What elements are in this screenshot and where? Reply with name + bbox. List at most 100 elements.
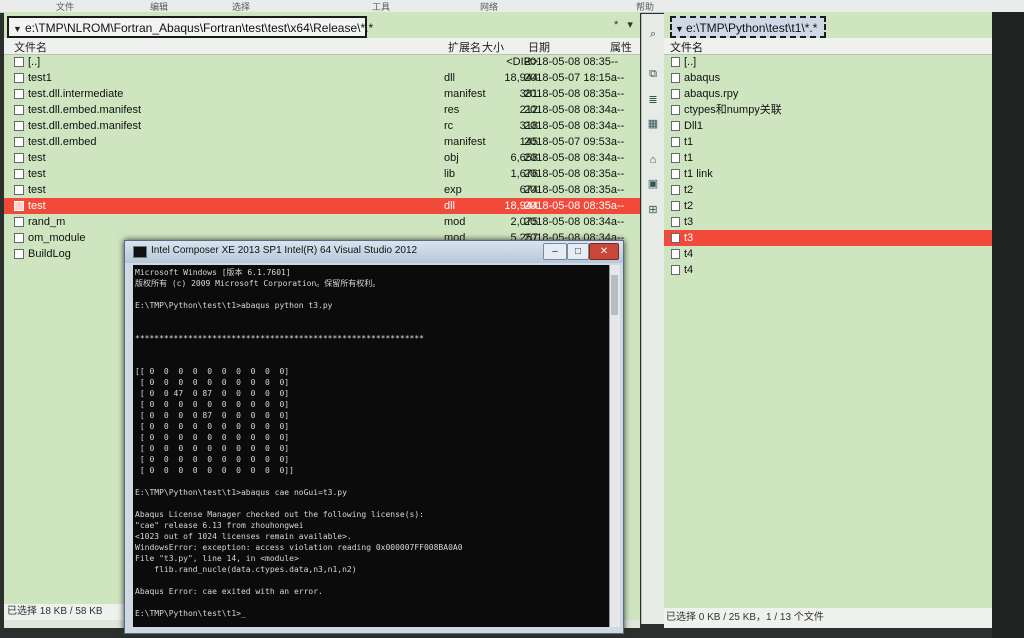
file-icon bbox=[671, 265, 680, 275]
file-icon bbox=[14, 201, 24, 211]
file-icon bbox=[14, 57, 24, 67]
file-row[interactable]: test dll 18,944 2018-05-08 08:35a-- bbox=[4, 198, 640, 214]
col-name[interactable]: 文件名 bbox=[14, 39, 47, 55]
file-icon bbox=[671, 169, 680, 179]
file-ext: obj bbox=[444, 152, 459, 164]
left-file-list: [..] <DIR> 2018-05-08 08:35-- test1 dll 18,94… bbox=[4, 54, 640, 262]
file-icon bbox=[14, 105, 24, 115]
file-ext: res bbox=[444, 104, 460, 116]
file-row[interactable]: test lib 1,676 2018-05-08 08:35a-- bbox=[4, 166, 640, 182]
filter-icon[interactable]: * bbox=[614, 19, 618, 31]
file-icon bbox=[671, 153, 680, 163]
file-name: ctypes和numpy关联 bbox=[684, 104, 782, 116]
maximize-button[interactable]: □ bbox=[567, 243, 589, 260]
middle-toolbar: ⌕ ⧉ ≣ ▦ ⌂ ▣ ⊞ bbox=[641, 14, 665, 624]
chevron-down-icon[interactable]: ▼ bbox=[675, 24, 684, 34]
file-row[interactable]: t2 bbox=[664, 182, 992, 198]
left-path-tools[interactable]: * ▾ bbox=[614, 18, 639, 31]
console-line: [ 0 0 0 0 0 0 0 0 0 0] bbox=[135, 433, 290, 442]
file-date: 2018-05-08 08:34a-- bbox=[524, 152, 625, 164]
file-ext: rc bbox=[444, 120, 454, 132]
file-row[interactable]: t3 bbox=[664, 230, 992, 246]
file-date: 2018-05-08 08:35a-- bbox=[524, 184, 625, 196]
file-icon bbox=[14, 217, 24, 227]
console-line: [ 0 0 0 0 0 0 0 0 0 0] bbox=[135, 455, 290, 464]
file-icon bbox=[14, 121, 24, 131]
file-name: test bbox=[28, 200, 46, 212]
file-row[interactable]: ctypes和numpy关联 bbox=[664, 102, 992, 118]
col-name[interactable]: 文件名 bbox=[670, 39, 703, 55]
console-line: ****************************************… bbox=[135, 334, 424, 343]
file-name: test.dll.embed.manifest bbox=[28, 120, 142, 132]
search-icon[interactable]: ⌕ bbox=[646, 28, 660, 40]
copy-icon[interactable]: ⧉ bbox=[646, 68, 660, 80]
console-line: [ 0 0 0 0 0 0 0 0 0 0] bbox=[135, 444, 290, 453]
col-date[interactable]: 日期 bbox=[528, 39, 550, 55]
file-row[interactable]: t1 bbox=[664, 134, 992, 150]
console-scrollbar[interactable] bbox=[609, 265, 620, 627]
file-date: 2018-05-08 08:35a-- bbox=[524, 168, 625, 180]
home-icon[interactable]: ⌂ bbox=[646, 154, 660, 166]
console-titlebar[interactable]: Intel Composer XE 2013 SP1 Intel(R) 64 V… bbox=[125, 241, 623, 263]
console-output[interactable]: Microsoft Windows [版本 6.1.7601] 版权所有 (c) … bbox=[133, 265, 609, 627]
file-name: t3 bbox=[684, 232, 694, 244]
file-row[interactable]: rand_m mod 2,075 2018-05-08 08:34a-- bbox=[4, 214, 640, 230]
file-name: test.dll.embed.manifest bbox=[28, 104, 142, 116]
file-name: test.dll.intermediate bbox=[28, 88, 124, 100]
console-line: <1023 out of 1024 licenses remain availa… bbox=[135, 532, 352, 541]
console-line: [ 0 0 0 0 0 0 0 0 0 0] bbox=[135, 422, 290, 431]
col-size[interactable]: 大小 bbox=[482, 39, 504, 55]
file-icon bbox=[14, 249, 24, 259]
folder-icon[interactable]: ▣ bbox=[646, 178, 660, 190]
console-line: 版权所有 (c) 2009 Microsoft Corporation。保留所有… bbox=[135, 279, 381, 288]
file-name: t1 bbox=[684, 152, 694, 164]
console-line: E:\TMP\Python\test\t1>abaqus python t3.p… bbox=[135, 301, 333, 310]
file-row[interactable]: t1 link bbox=[664, 166, 992, 182]
minimize-button[interactable]: – bbox=[543, 243, 567, 260]
file-row[interactable]: [..] <DIR> 2018-05-08 08:35-- bbox=[4, 54, 640, 70]
file-name: test bbox=[28, 184, 46, 196]
col-ext[interactable]: 扩展名 bbox=[448, 39, 481, 55]
col-attr[interactable]: 属性 bbox=[610, 39, 632, 55]
file-name: abaqus bbox=[684, 72, 721, 84]
file-row[interactable]: t3 bbox=[664, 214, 992, 230]
list-icon[interactable]: ≣ bbox=[646, 94, 660, 106]
grid-icon[interactable]: ▦ bbox=[646, 118, 660, 130]
file-row[interactable]: test.dll.embed manifest 145 2018-05-07 09:5… bbox=[4, 134, 640, 150]
console-window[interactable]: Intel Composer XE 2013 SP1 Intel(R) 64 V… bbox=[124, 240, 624, 634]
file-row[interactable]: test exp 674 2018-05-08 08:35a-- bbox=[4, 182, 640, 198]
file-row[interactable]: Dll1 bbox=[664, 118, 992, 134]
file-name: test.dll.embed bbox=[28, 136, 97, 148]
file-icon bbox=[671, 73, 680, 83]
file-row[interactable]: test1 dll 18,944 2018-05-07 18:15a-- bbox=[4, 70, 640, 86]
right-file-pane[interactable]: ▼ e:\TMP\Python\test\t1\*.* 文件名 [..] abaq… bbox=[664, 12, 992, 628]
file-row[interactable]: t2 bbox=[664, 198, 992, 214]
file-name: t2 bbox=[684, 200, 694, 212]
network-icon[interactable]: ⊞ bbox=[646, 204, 660, 216]
file-ext: dll bbox=[444, 200, 456, 212]
file-row[interactable]: test.dll.embed.manifest res 212 2018-05-08 … bbox=[4, 102, 640, 118]
console-line: WindowsError: exception: access violatio… bbox=[135, 543, 463, 552]
right-path-bar[interactable]: ▼ e:\TMP\Python\test\t1\*.* bbox=[670, 16, 826, 38]
file-row[interactable]: t4 bbox=[664, 262, 992, 278]
file-row[interactable]: test.dll.intermediate manifest 381 2018-05-… bbox=[4, 86, 640, 102]
screen-bezel bbox=[992, 12, 1024, 638]
file-row[interactable]: test.dll.embed.manifest rc 318 2018-05-08 0… bbox=[4, 118, 640, 134]
scrollbar-thumb[interactable] bbox=[611, 275, 618, 315]
file-name: t4 bbox=[684, 248, 694, 260]
left-path-bar[interactable]: ▼ e:\TMP\NLROM\Fortran_Abaqus\Fortran\te… bbox=[7, 16, 373, 38]
file-row[interactable]: t1 bbox=[664, 150, 992, 166]
history-dropdown-icon[interactable]: ▾ bbox=[627, 19, 633, 31]
file-date: 2018-05-08 08:34a-- bbox=[524, 216, 625, 228]
file-icon bbox=[671, 201, 680, 211]
left-path-text: e:\TMP\NLROM\Fortran_Abaqus\Fortran\test… bbox=[25, 21, 374, 35]
file-row[interactable]: test obj 6,658 2018-05-08 08:34a-- bbox=[4, 150, 640, 166]
file-row[interactable]: t4 bbox=[664, 246, 992, 262]
close-button[interactable]: ✕ bbox=[589, 243, 619, 260]
console-line: [ 0 0 0 0 0 0 0 0 0 0] bbox=[135, 378, 290, 387]
chevron-down-icon[interactable]: ▼ bbox=[13, 24, 22, 34]
file-row[interactable]: abaqus bbox=[664, 70, 992, 86]
file-row[interactable]: [..] bbox=[664, 54, 992, 70]
file-row[interactable]: abaqus.rpy bbox=[664, 86, 992, 102]
console-line: Abaqus Error: cae exited with an error. bbox=[135, 587, 323, 596]
